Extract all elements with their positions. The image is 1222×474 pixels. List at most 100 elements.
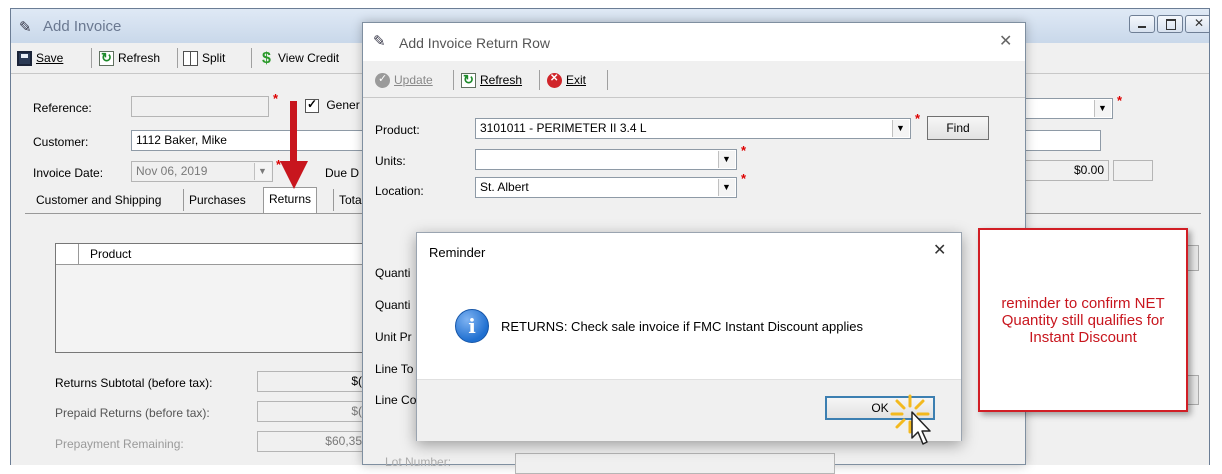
app-icon: ✎ xyxy=(19,19,32,36)
terms-dropdown[interactable] xyxy=(1023,98,1113,119)
grid-header: Product xyxy=(56,244,376,265)
product-dropdown[interactable]: 3101011 - PERIMETER II 3.4 L xyxy=(475,118,911,139)
refresh-button[interactable]: Refresh xyxy=(461,70,522,90)
returns-subtotal-label: Returns Subtotal (before tax): xyxy=(55,376,213,390)
close-icon[interactable]: ✕ xyxy=(999,31,1012,51)
product-label: Product: xyxy=(375,123,420,137)
chevron-down-icon[interactable] xyxy=(718,151,735,168)
exit-button[interactable]: Exit xyxy=(547,70,586,90)
returns-subtotal-value: $( xyxy=(351,374,362,388)
checkmark-icon xyxy=(375,72,390,88)
close-icon[interactable]: ✕ xyxy=(933,240,946,260)
right-panel-edge xyxy=(1187,375,1199,405)
app-icon: ✎ xyxy=(373,33,386,50)
grid-row-selector-header xyxy=(56,244,79,264)
prepayment-remaining-field: $60,35 xyxy=(257,431,367,452)
generate-checkbox-group[interactable]: Gener xyxy=(305,97,360,113)
view-credit-label: View Credit xyxy=(278,51,340,65)
amount-field: $0.00 xyxy=(1023,160,1109,181)
reminder-dialog: Reminder ✕ i RETURNS: Check sale invoice… xyxy=(416,232,962,441)
chevron-down-icon[interactable] xyxy=(1094,100,1111,117)
invoice-date-field[interactable]: Nov 06, 2019 xyxy=(131,161,273,182)
prepayment-remaining-label: Prepayment Remaining: xyxy=(55,437,184,451)
return-dialog-title: Add Invoice Return Row xyxy=(399,35,550,51)
reference-field[interactable] xyxy=(131,96,269,117)
lot-number-label: Lot Number: xyxy=(385,455,452,469)
customer-label: Customer: xyxy=(33,135,89,149)
floppy-disk-icon xyxy=(17,50,32,66)
toolbar-separator xyxy=(251,48,252,68)
location-dropdown[interactable]: St. Albert xyxy=(475,177,737,198)
required-marker: * xyxy=(1117,93,1123,108)
prepaid-returns-value: $( xyxy=(351,404,362,418)
lot-number-field[interactable] xyxy=(515,453,835,474)
refresh-label: Refresh xyxy=(480,73,523,87)
required-marker: * xyxy=(741,171,747,186)
minimize-icon xyxy=(1138,26,1146,28)
toolbar-separator xyxy=(607,70,608,90)
product-value: 3101011 - PERIMETER II 3.4 L xyxy=(480,121,647,135)
maximize-icon xyxy=(1166,19,1176,30)
down-arrow-annotation xyxy=(280,101,308,189)
chevron-down-icon[interactable] xyxy=(254,163,271,180)
return-dialog-titlebar: ✎ Add Invoice Return Row ✕ xyxy=(363,23,1025,61)
cursor-pointer-icon xyxy=(911,411,931,445)
save-label: Save xyxy=(36,51,64,65)
toolbar-separator xyxy=(91,48,92,68)
due-date-label: Due D xyxy=(325,166,360,180)
quantity-label: Quanti xyxy=(375,266,411,280)
update-button[interactable]: Update xyxy=(375,70,433,90)
units-dropdown[interactable] xyxy=(475,149,737,170)
customer-info-field[interactable] xyxy=(1023,130,1101,151)
return-dialog-toolbar: Update Refresh Exit xyxy=(363,67,1025,93)
chevron-down-icon[interactable] xyxy=(718,179,735,196)
reminder-title: Reminder xyxy=(429,245,486,260)
reminder-button-bar: OK xyxy=(417,379,961,441)
required-marker: * xyxy=(273,91,279,106)
refresh-button[interactable]: Refresh xyxy=(99,48,160,68)
toolbar-divider xyxy=(363,97,1025,98)
units-label: Units: xyxy=(375,154,406,168)
tab-strip: Customer and Shipping Purchases Returns … xyxy=(31,187,391,213)
location-value: St. Albert xyxy=(480,180,529,194)
generate-label: Gener xyxy=(326,98,360,112)
update-label: Update xyxy=(394,73,433,87)
required-marker: * xyxy=(741,143,747,158)
find-button[interactable]: Find xyxy=(927,116,989,140)
split-button[interactable]: Split xyxy=(183,48,225,68)
quantity-label-2: Quanti xyxy=(375,298,411,312)
invoice-date-value: Nov 06, 2019 xyxy=(136,164,208,178)
view-credit-button[interactable]: $ View Credit xyxy=(259,48,339,68)
find-label: Find xyxy=(946,121,970,135)
exit-label: Exit xyxy=(566,73,587,87)
chevron-down-icon[interactable] xyxy=(892,120,909,137)
amount-value: $0.00 xyxy=(1073,163,1104,177)
prepaid-returns-label: Prepaid Returns (before tax): xyxy=(55,406,210,420)
maximize-button[interactable] xyxy=(1157,15,1183,33)
exit-icon xyxy=(547,72,562,88)
close-button[interactable]: ✕ xyxy=(1185,15,1209,33)
ok-label: OK xyxy=(871,401,889,415)
returns-subtotal-field: $( xyxy=(257,371,367,392)
split-label: Split xyxy=(202,51,226,65)
unit-price-label: Unit Pr xyxy=(375,330,412,344)
right-panel-edge xyxy=(1187,245,1199,271)
minimize-button[interactable] xyxy=(1129,15,1155,33)
main-window-title: Add Invoice xyxy=(43,18,122,35)
toolbar-separator xyxy=(539,70,540,90)
tab-customer-and-shipping[interactable]: Customer and Shipping xyxy=(31,189,166,211)
toolbar-separator xyxy=(177,48,178,68)
split-icon xyxy=(183,50,198,66)
reference-label: Reference: xyxy=(33,101,92,115)
info-icon: i xyxy=(455,309,489,343)
refresh-icon xyxy=(461,72,476,88)
amount-field-secondary xyxy=(1113,160,1153,181)
reminder-message: RETURNS: Check sale invoice if FMC Insta… xyxy=(501,319,863,334)
save-button[interactable]: Save xyxy=(17,48,63,68)
tab-purchases[interactable]: Purchases xyxy=(183,189,251,211)
toolbar-separator xyxy=(453,70,454,90)
customer-field[interactable]: 1112 Baker, Mike xyxy=(131,130,371,151)
refresh-label: Refresh xyxy=(118,51,161,65)
grid-header-product: Product xyxy=(90,247,132,261)
returns-grid[interactable]: Product xyxy=(55,243,377,353)
